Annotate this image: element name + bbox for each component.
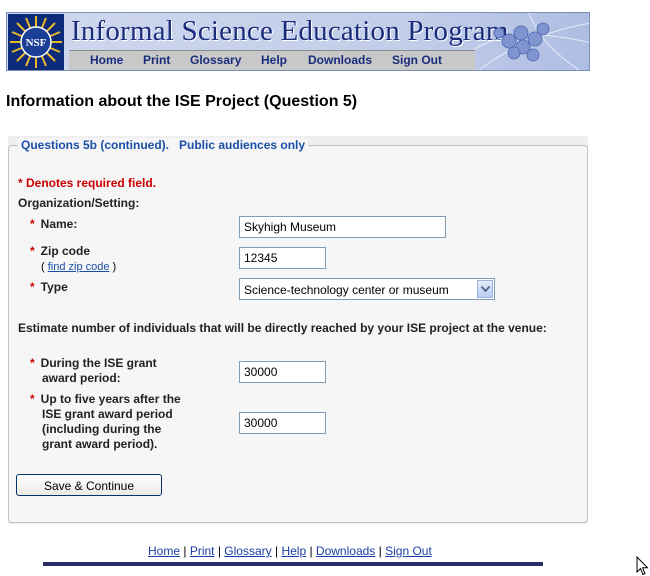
type-label: * Type bbox=[30, 280, 68, 295]
during-grant-label-line2: award period: bbox=[42, 371, 121, 385]
type-select[interactable]: Science-technology center or museum bbox=[239, 278, 495, 300]
name-label: * Name: bbox=[30, 217, 77, 232]
footer-signout-link[interactable]: Sign Out bbox=[385, 544, 432, 558]
footer-separator: | bbox=[306, 544, 316, 558]
nav-help-link[interactable]: Help bbox=[261, 53, 287, 67]
required-star: * bbox=[30, 392, 35, 406]
footer-print-link[interactable]: Print bbox=[190, 544, 215, 558]
page-title: Information about the ISE Project (Quest… bbox=[6, 93, 358, 110]
footer-navigation: Home | Print | Glossary | Help | Downloa… bbox=[148, 544, 432, 558]
required-field-note: * Denotes required field. bbox=[18, 176, 157, 190]
fieldset-legend: Questions 5b (continued). Public audience… bbox=[18, 138, 309, 152]
during-grant-label-line1: During the ISE grant bbox=[40, 356, 157, 370]
after-grant-label: * Up to five years after the ISE grant aw… bbox=[30, 392, 181, 452]
after-grant-label-line2: ISE grant award period bbox=[42, 407, 173, 421]
organization-setting-label: Organization/Setting: bbox=[18, 196, 140, 210]
footer-downloads-link[interactable]: Downloads bbox=[316, 544, 375, 558]
logo-text: NSF bbox=[26, 37, 47, 49]
dropdown-arrow-icon[interactable] bbox=[477, 280, 493, 298]
legend-audience: Public audiences only bbox=[179, 138, 306, 152]
type-label-text: Type bbox=[40, 280, 68, 294]
nav-glossary-link[interactable]: Glossary bbox=[190, 53, 241, 67]
footer-glossary-link[interactable]: Glossary bbox=[224, 544, 271, 558]
nav-downloads-link[interactable]: Downloads bbox=[308, 53, 372, 67]
legend-question: Questions 5b (continued). bbox=[21, 138, 170, 152]
after-grant-label-line4: grant award period). bbox=[42, 437, 158, 451]
required-star: * bbox=[30, 217, 35, 231]
nsf-logo-icon: NSF bbox=[8, 14, 64, 70]
find-zip-code-link[interactable]: find zip code bbox=[48, 261, 110, 273]
zip-hint-open: ( bbox=[41, 261, 48, 273]
footer-separator: | bbox=[271, 544, 282, 558]
after-grant-label-line3: (including during the bbox=[42, 422, 162, 436]
zip-code-label: * Zip code bbox=[30, 244, 90, 259]
zip-code-label-text: Zip code bbox=[40, 244, 91, 258]
type-selected-value: Science-technology center or museum bbox=[244, 283, 449, 297]
banner-title: Informal Science Education Program bbox=[71, 15, 509, 47]
during-grant-label: * During the ISE grant award period: bbox=[30, 356, 157, 386]
molecule-graphic-icon bbox=[469, 13, 589, 70]
nav-print-link[interactable]: Print bbox=[143, 53, 170, 67]
footer-home-link[interactable]: Home bbox=[148, 544, 180, 558]
name-input[interactable] bbox=[239, 216, 446, 238]
top-navigation: Home Print Glossary Help Downloads Sign … bbox=[69, 50, 475, 70]
footer-divider-bar bbox=[43, 562, 543, 566]
nav-home-link[interactable]: Home bbox=[90, 53, 123, 67]
save-continue-button[interactable]: Save & Continue bbox=[16, 474, 162, 496]
required-star: * bbox=[30, 244, 35, 258]
name-label-text: Name: bbox=[40, 217, 78, 231]
footer-separator: | bbox=[375, 544, 386, 558]
mouse-cursor-icon bbox=[636, 556, 649, 576]
nav-signout-link[interactable]: Sign Out bbox=[392, 53, 442, 67]
zip-code-input[interactable] bbox=[239, 247, 326, 269]
required-star: * bbox=[30, 356, 35, 370]
header-banner: NSF Informal Science Education Program H… bbox=[6, 12, 590, 71]
footer-separator: | bbox=[180, 544, 190, 558]
after-grant-input[interactable] bbox=[239, 412, 326, 434]
find-zip-hint: ( find zip code ) bbox=[41, 261, 116, 273]
estimate-instructions: Estimate number of individuals that will… bbox=[18, 321, 547, 335]
during-grant-input[interactable] bbox=[239, 361, 326, 383]
zip-hint-close: ) bbox=[109, 261, 117, 273]
required-star: * bbox=[30, 280, 35, 294]
after-grant-label-line1: Up to five years after the bbox=[40, 392, 181, 406]
footer-help-link[interactable]: Help bbox=[281, 544, 306, 558]
footer-separator: | bbox=[214, 544, 225, 558]
